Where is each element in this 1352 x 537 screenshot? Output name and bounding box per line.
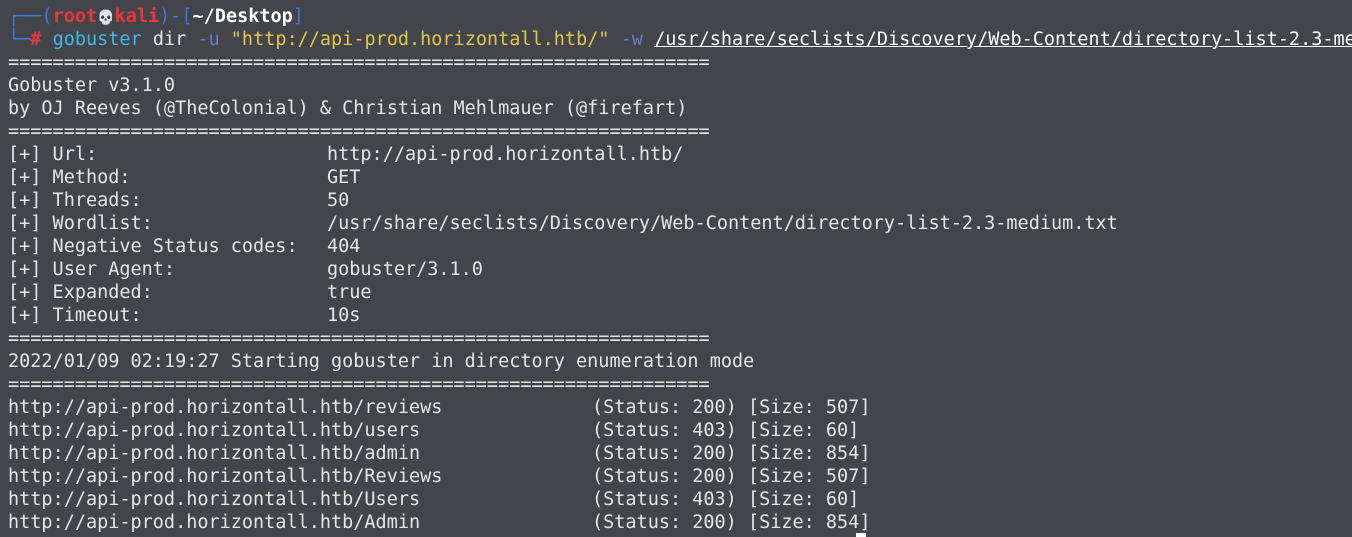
- text-cursor: [856, 533, 866, 537]
- result-status: (Status: 200): [592, 466, 737, 487]
- config-key: [+] Method:: [8, 167, 131, 188]
- config-row: [+] Timeout: 10s: [8, 304, 360, 327]
- prompt-mid: )-[: [159, 6, 193, 27]
- separator: ========================================…: [8, 121, 710, 142]
- command-line[interactable]: └─# gobuster dir -u "http://api-prod.hor…: [8, 28, 1352, 51]
- result-status: (Status: 200): [592, 512, 737, 533]
- result-url: http://api-prod.horizontall.htb/admin: [8, 443, 421, 464]
- separator: ========================================…: [8, 374, 710, 395]
- command-name: gobuster: [52, 29, 142, 50]
- config-value: gobuster/3.1.0: [327, 259, 483, 280]
- config-key: [+] Timeout:: [8, 305, 142, 326]
- result-row: http://api-prod.horizontall.htb/reviews (…: [8, 396, 870, 419]
- result-row: http://api-prod.horizontall.htb/Admin (St…: [8, 511, 870, 534]
- config-key: [+] Wordlist:: [8, 213, 153, 234]
- config-row: [+] Method: GET: [8, 166, 360, 189]
- command-flag-u: -u: [197, 29, 220, 50]
- prompt-cwd: ~/Desktop: [192, 6, 293, 27]
- config-value: 404: [327, 236, 361, 257]
- prompt-close: ]: [292, 6, 304, 27]
- result-size: [Size: 60]: [747, 420, 860, 441]
- banner-version: Gobuster v3.1.0: [8, 75, 176, 96]
- config-row: [+] Negative Status codes: 404: [8, 235, 360, 258]
- result-size: [Size: 60]: [747, 489, 860, 510]
- command-url: "http://api-prod.horizontall.htb/": [230, 29, 610, 50]
- terminal-window[interactable]: ┌──(root💀kali)-[~/Desktop] └─# gobuster …: [0, 0, 1352, 537]
- config-row: [+] Expanded: true: [8, 281, 372, 304]
- config-value: 50: [327, 190, 350, 211]
- result-size: [Size: 854]: [747, 443, 871, 464]
- result-status: (Status: 403): [592, 420, 737, 441]
- prompt-host: kali: [114, 6, 160, 27]
- result-size: [Size: 854]: [747, 512, 871, 533]
- command-flag-w: -w: [620, 29, 643, 50]
- prompt-hash: #: [30, 29, 42, 50]
- result-row: http://api-prod.horizontall.htb/users (St…: [8, 419, 859, 442]
- prompt-user: root: [52, 6, 98, 27]
- config-value: 10s: [327, 305, 361, 326]
- config-key: [+] Threads:: [8, 190, 142, 211]
- result-size: [Size: 507]: [747, 466, 871, 487]
- result-status: (Status: 200): [592, 443, 737, 464]
- result-url: http://api-prod.horizontall.htb/users: [8, 420, 421, 441]
- config-value: GET: [327, 167, 361, 188]
- separator: ========================================…: [8, 52, 710, 73]
- config-value: http://api-prod.horizontall.htb/: [327, 144, 684, 165]
- config-row: [+] User Agent: gobuster/3.1.0: [8, 258, 483, 281]
- config-row: [+] Wordlist: /usr/share/seclists/Discove…: [8, 212, 1118, 235]
- prompt-corner-top: ┌──(: [8, 6, 53, 27]
- config-key: [+] Expanded:: [8, 282, 153, 303]
- config-key: [+] User Agent:: [8, 259, 176, 280]
- result-url: http://api-prod.horizontall.htb/reviews: [8, 397, 443, 418]
- banner-authors: by OJ Reeves (@TheColonial) & Christian …: [8, 98, 688, 119]
- config-key: [+] Negative Status codes:: [8, 236, 298, 257]
- result-url: http://api-prod.horizontall.htb/Reviews: [8, 466, 443, 487]
- result-url: http://api-prod.horizontall.htb/Users: [8, 489, 421, 510]
- start-message: 2022/01/09 02:19:27 Starting gobuster in…: [8, 351, 755, 372]
- result-status: (Status: 200): [592, 397, 737, 418]
- result-row: http://api-prod.horizontall.htb/Users (St…: [8, 488, 859, 511]
- separator: ========================================…: [8, 328, 710, 349]
- result-status: (Status: 403): [592, 489, 737, 510]
- result-row: http://api-prod.horizontall.htb/admin (St…: [8, 442, 870, 465]
- config-value: true: [327, 282, 372, 303]
- config-row: [+] Threads: 50: [8, 189, 349, 212]
- command-sub: dir: [152, 29, 187, 50]
- result-url: http://api-prod.horizontall.htb/Admin: [8, 512, 421, 533]
- config-value: /usr/share/seclists/Discovery/Web-Conten…: [327, 213, 1118, 234]
- config-key: [+] Url:: [8, 144, 98, 165]
- result-row: http://api-prod.horizontall.htb/Reviews (…: [8, 465, 870, 488]
- skull-icon: 💀: [97, 10, 115, 26]
- prompt-header: ┌──(root💀kali)-[~/Desktop]: [8, 5, 304, 28]
- command-wordlist: /usr/share/seclists/Discovery/Web-Conten…: [654, 29, 1352, 50]
- result-size: [Size: 507]: [747, 397, 871, 418]
- prompt-corner-bottom: └─: [8, 29, 31, 50]
- config-row: [+] Url: http://api-prod.horizontall.htb/: [8, 143, 683, 166]
